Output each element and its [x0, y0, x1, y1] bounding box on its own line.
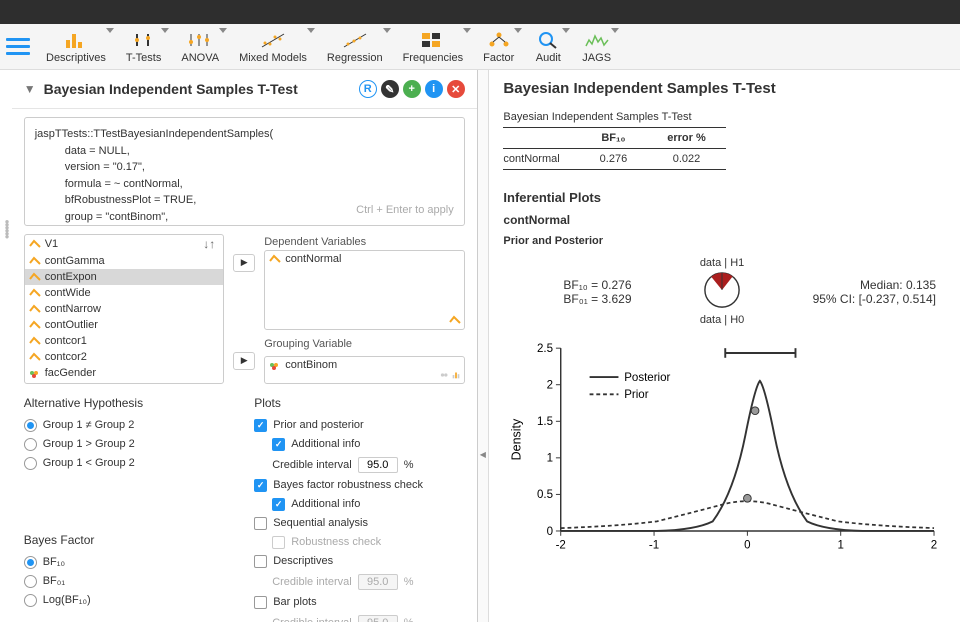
dep-var-label: Dependent Variables: [264, 234, 465, 250]
duplicate-icon[interactable]: +: [403, 80, 421, 98]
bf01-label: BF₀₁ = 3.629: [563, 292, 631, 306]
inferential-plots-title: Inferential Plots: [503, 190, 946, 205]
svg-text:0.5: 0.5: [537, 489, 553, 501]
analysis-options-pane: ▼ Bayesian Independent Samples T-Test R …: [12, 70, 478, 622]
ribbon-frequencies[interactable]: Frequencies: [399, 28, 468, 66]
plot-subtitle: Prior and Posterior: [503, 235, 946, 247]
group-var-label: Grouping Variable: [264, 336, 465, 352]
check-descriptives[interactable]: [254, 555, 267, 568]
check-addinfo-pp[interactable]: [272, 438, 285, 451]
bf10-label: BF₁₀ = 0.276: [563, 278, 631, 292]
dep-var-box[interactable]: contNormal: [264, 250, 465, 330]
radio-group-gt[interactable]: [24, 438, 37, 451]
radio-logbf[interactable]: [24, 594, 37, 607]
available-vars-list[interactable]: V1↓↑ contGamma contExpon contWide contNa…: [24, 234, 225, 384]
assign-group-button[interactable]: ▶: [233, 352, 255, 370]
radio-group-lt[interactable]: [24, 457, 37, 470]
assign-dep-button[interactable]: ▶: [233, 254, 255, 272]
althyp-title: Alternative Hypothesis: [24, 396, 235, 410]
radio-bf01[interactable]: [24, 575, 37, 588]
check-addinfo-rob[interactable]: [272, 498, 285, 511]
ribbon-jags[interactable]: JAGS: [578, 28, 615, 66]
scale-icon: [449, 314, 461, 326]
analysis-title: Bayesian Independent Samples T-Test: [44, 81, 351, 97]
svg-text:2.5: 2.5: [537, 343, 553, 355]
results-title: Bayesian Independent Samples T-Test: [503, 80, 946, 97]
h0-label: data | H0: [700, 314, 744, 326]
ribbon-mixed[interactable]: Mixed Models: [235, 28, 311, 66]
svg-text:2: 2: [547, 380, 553, 392]
ribbon-anova[interactable]: ANOVA: [177, 28, 223, 66]
r-code-editor[interactable]: jaspTTests::TTestBayesianIndependentSamp…: [24, 117, 465, 226]
svg-text:2: 2: [931, 539, 937, 551]
type-icons: [440, 370, 461, 380]
h1-label: data | H1: [700, 257, 744, 269]
svg-text:Prior: Prior: [625, 389, 650, 401]
svg-text:1: 1: [838, 539, 844, 551]
check-prior-posterior[interactable]: [254, 419, 267, 432]
ribbon-audit[interactable]: Audit: [530, 28, 566, 66]
ribbon-toolbar: Descriptives T-Tests ANOVA Mixed Models …: [0, 24, 960, 70]
bf-title: Bayes Factor: [24, 533, 235, 547]
drag-handle[interactable]: ●●●●●●: [3, 220, 11, 238]
svg-text:-2: -2: [556, 539, 566, 551]
svg-text:0: 0: [547, 526, 553, 538]
ribbon-regression[interactable]: Regression: [323, 28, 387, 66]
r-syntax-icon[interactable]: R: [359, 80, 377, 98]
check-robustness[interactable]: [254, 479, 267, 492]
median-label: Median: 0.135: [813, 278, 936, 292]
radio-group-neq[interactable]: [24, 419, 37, 432]
svg-text:Density: Density: [510, 418, 524, 460]
ci-input-pp[interactable]: [358, 457, 398, 473]
ci-input-desc: [358, 574, 398, 590]
check-sequential[interactable]: [254, 517, 267, 530]
check-robcheck: [272, 536, 285, 549]
sort-icon[interactable]: ↓↑: [203, 237, 219, 251]
info-icon[interactable]: i: [425, 80, 443, 98]
collapse-icon[interactable]: ▼: [24, 82, 36, 96]
ribbon-descriptives[interactable]: Descriptives: [42, 28, 110, 66]
svg-text:1.5: 1.5: [537, 416, 553, 428]
edit-icon[interactable]: ✎: [381, 80, 399, 98]
ribbon-factor[interactable]: Factor: [479, 28, 518, 66]
close-icon[interactable]: ✕: [447, 80, 465, 98]
radio-bf10[interactable]: [24, 556, 37, 569]
table-caption: Bayesian Independent Samples T-Test: [503, 111, 946, 123]
code-hint: Ctrl + Enter to apply: [356, 202, 454, 219]
check-barplots[interactable]: [254, 596, 267, 609]
plots-title: Plots: [254, 396, 465, 410]
plot-variable: contNormal: [503, 213, 946, 227]
svg-text:-1: -1: [649, 539, 659, 551]
ribbon-ttests[interactable]: T-Tests: [122, 28, 165, 66]
pane-collapse-left[interactable]: ◀: [480, 450, 486, 459]
results-table: BF₁₀error % contNormal0.2760.022: [503, 127, 725, 170]
ci-input-bar: [358, 615, 398, 622]
pizza-plot: [703, 271, 741, 309]
group-var-box[interactable]: contBinom: [264, 356, 465, 384]
svg-text:Posterior: Posterior: [625, 372, 671, 384]
results-pane: Bayesian Independent Samples T-Test Baye…: [489, 70, 960, 622]
ci-label: 95% CI: [-0.237, 0.514]: [813, 292, 936, 306]
svg-text:0: 0: [745, 539, 751, 551]
menu-button[interactable]: [6, 38, 30, 55]
prior-posterior-chart: 0 0.5 1 1.5 2 2.5 -2 -1 0 1 2 Density: [503, 334, 946, 574]
svg-text:1: 1: [547, 453, 553, 465]
